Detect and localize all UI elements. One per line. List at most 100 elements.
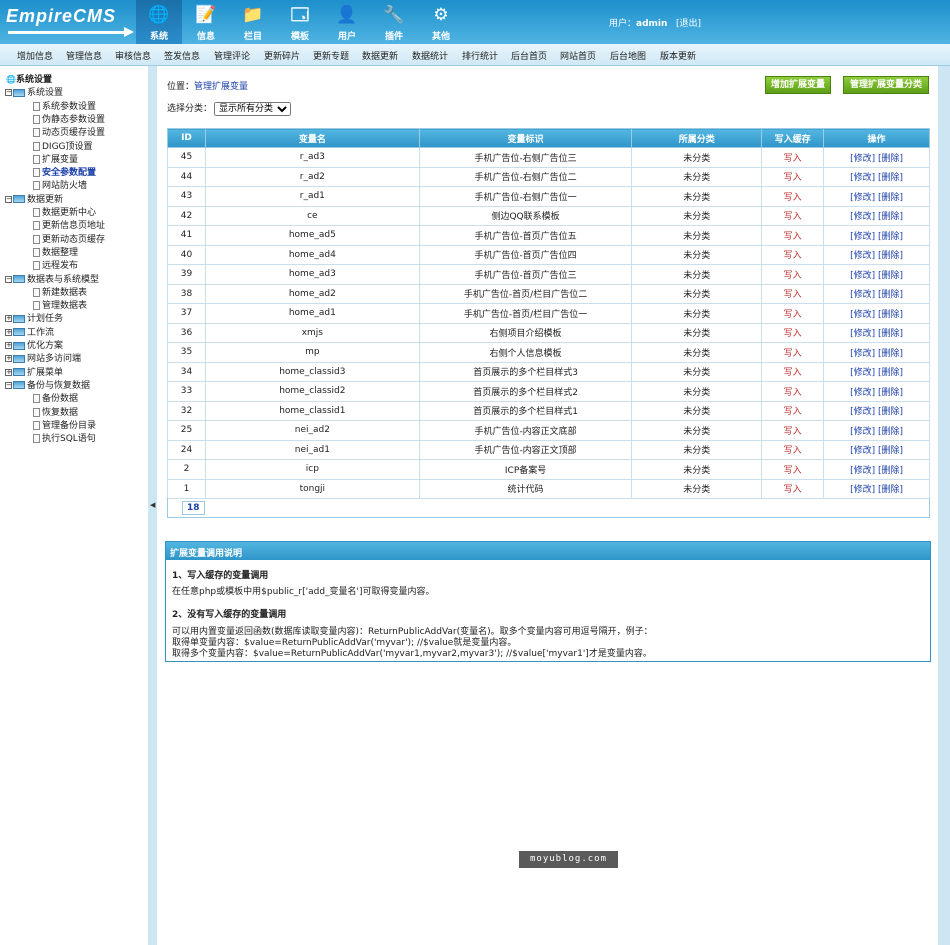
tree-item[interactable]: 管理数据表 (33, 298, 87, 311)
tree-item[interactable]: 🌐系统设置 (6, 72, 52, 85)
write-cache-link[interactable]: 写入 (761, 342, 825, 363)
delete-link[interactable]: [删除] (878, 193, 903, 203)
edit-link[interactable]: [修改] (850, 232, 875, 242)
write-cache-link[interactable]: 写入 (761, 381, 825, 402)
write-cache-link[interactable]: 写入 (761, 322, 825, 343)
edit-link[interactable]: [修改] (850, 173, 875, 183)
menu-item[interactable]: 数据更新 (362, 49, 398, 62)
nav-window[interactable]: 🗔 模板 (277, 0, 323, 44)
logout-link[interactable]: [退出] (676, 19, 701, 29)
sidebar-splitter[interactable]: ◀ (148, 66, 157, 945)
write-cache-link[interactable]: 写入 (761, 264, 825, 285)
edit-link[interactable]: [修改] (850, 212, 875, 222)
delete-link[interactable]: [删除] (878, 173, 903, 183)
menu-item[interactable]: 网站首页 (560, 49, 596, 62)
edit-link[interactable]: [修改] (850, 466, 875, 476)
delete-link[interactable]: [删除] (878, 310, 903, 320)
tree-item[interactable]: 更新信息页地址 (33, 218, 105, 231)
tree-item[interactable]: + 计划任务 (5, 311, 63, 324)
delete-link[interactable]: [删除] (878, 446, 903, 456)
write-cache-link[interactable]: 写入 (761, 225, 825, 246)
menu-item[interactable]: 更新专题 (313, 49, 349, 62)
collapse-icon[interactable]: − (5, 275, 12, 283)
menu-item[interactable]: 版本更新 (660, 49, 696, 62)
edit-link[interactable]: [修改] (850, 349, 875, 359)
write-cache-link[interactable]: 写入 (761, 205, 825, 226)
edit-link[interactable]: [修改] (850, 427, 875, 437)
write-cache-link[interactable]: 写入 (761, 166, 825, 187)
edit-link[interactable]: [修改] (850, 446, 875, 456)
write-cache-link[interactable]: 写入 (761, 420, 825, 441)
write-cache-link[interactable]: 写入 (761, 459, 825, 480)
tree-item[interactable]: + 扩展菜单 (5, 365, 63, 378)
tree-item[interactable]: + 工作流 (5, 325, 54, 338)
tree-item[interactable]: 恢复数据 (33, 405, 78, 418)
delete-link[interactable]: [删除] (878, 154, 903, 164)
category-select[interactable]: 显示所有分类 (214, 102, 292, 116)
delete-link[interactable]: [删除] (878, 427, 903, 437)
expand-icon[interactable]: + (5, 355, 12, 363)
tree-item[interactable]: 数据更新中心 (33, 205, 96, 218)
write-cache-link[interactable]: 写入 (761, 283, 825, 304)
collapse-icon[interactable]: − (5, 195, 12, 203)
edit-link[interactable]: [修改] (850, 368, 875, 378)
delete-link[interactable]: [删除] (878, 329, 903, 339)
tree-item[interactable]: 备份数据 (33, 391, 78, 404)
edit-link[interactable]: [修改] (850, 329, 875, 339)
tree-item[interactable]: 安全参数配置 (33, 165, 96, 178)
menu-item[interactable]: 管理评论 (214, 49, 250, 62)
edit-link[interactable]: [修改] (850, 193, 875, 203)
empirecms-logo[interactable]: EmpireCMS (6, 6, 134, 37)
manage-variable-category-button[interactable]: 管理扩展变量分类 (843, 76, 929, 94)
write-cache-link[interactable]: 写入 (761, 478, 825, 499)
delete-link[interactable]: [删除] (878, 485, 903, 495)
delete-link[interactable]: [删除] (878, 388, 903, 398)
write-cache-link[interactable]: 写入 (761, 361, 825, 382)
delete-link[interactable]: [删除] (878, 212, 903, 222)
tree-item[interactable]: 动态页缓存设置 (33, 125, 105, 138)
collapse-arrow-icon[interactable]: ◀ (150, 501, 155, 509)
nav-note[interactable]: 📝 信息 (183, 0, 229, 44)
tree-item[interactable]: − 数据表与系统模型 (5, 272, 99, 285)
tree-item[interactable]: 系统参数设置 (33, 99, 96, 112)
menu-item[interactable]: 排行统计 (462, 49, 498, 62)
expand-icon[interactable]: + (5, 368, 12, 376)
expand-icon[interactable]: + (5, 328, 12, 336)
menu-item[interactable]: 签发信息 (164, 49, 200, 62)
tree-item[interactable]: 网站防火墙 (33, 178, 87, 191)
nav-user[interactable]: 👤 用户 (324, 0, 370, 44)
tree-item[interactable]: 更新动态页缓存 (33, 232, 105, 245)
menu-item[interactable]: 增加信息 (17, 49, 53, 62)
delete-link[interactable]: [删除] (878, 349, 903, 359)
menu-item[interactable]: 审核信息 (115, 49, 151, 62)
delete-link[interactable]: [删除] (878, 271, 903, 281)
tree-item[interactable]: 伪静态参数设置 (33, 112, 105, 125)
tree-item[interactable]: 远程发布 (33, 258, 78, 271)
write-cache-link[interactable]: 写入 (761, 147, 825, 168)
edit-link[interactable]: [修改] (850, 271, 875, 281)
nav-globe[interactable]: 🌐 系统 (136, 0, 182, 44)
edit-link[interactable]: [修改] (850, 388, 875, 398)
edit-link[interactable]: [修改] (850, 310, 875, 320)
write-cache-link[interactable]: 写入 (761, 303, 825, 324)
write-cache-link[interactable]: 写入 (761, 186, 825, 207)
tree-item[interactable]: 扩展变量 (33, 152, 78, 165)
delete-link[interactable]: [删除] (878, 232, 903, 242)
delete-link[interactable]: [删除] (878, 368, 903, 378)
tree-item[interactable]: 数据整理 (33, 245, 78, 258)
add-variable-button[interactable]: 增加扩展变量 (765, 76, 831, 94)
menu-item[interactable]: 更新碎片 (264, 49, 300, 62)
write-cache-link[interactable]: 写入 (761, 439, 825, 460)
write-cache-link[interactable]: 写入 (761, 244, 825, 265)
tree-item[interactable]: − 系统设置 (5, 85, 63, 98)
edit-link[interactable]: [修改] (850, 154, 875, 164)
expand-icon[interactable]: + (5, 315, 12, 323)
tree-item[interactable]: − 数据更新 (5, 192, 63, 205)
menu-item[interactable]: 后台地图 (610, 49, 646, 62)
tree-item[interactable]: + 网站多访问端 (5, 351, 81, 364)
edit-link[interactable]: [修改] (850, 290, 875, 300)
collapse-icon[interactable]: − (5, 381, 12, 389)
tree-item[interactable]: 管理备份目录 (33, 418, 96, 431)
tree-item[interactable]: DIGG顶设置 (33, 139, 93, 152)
edit-link[interactable]: [修改] (850, 407, 875, 417)
